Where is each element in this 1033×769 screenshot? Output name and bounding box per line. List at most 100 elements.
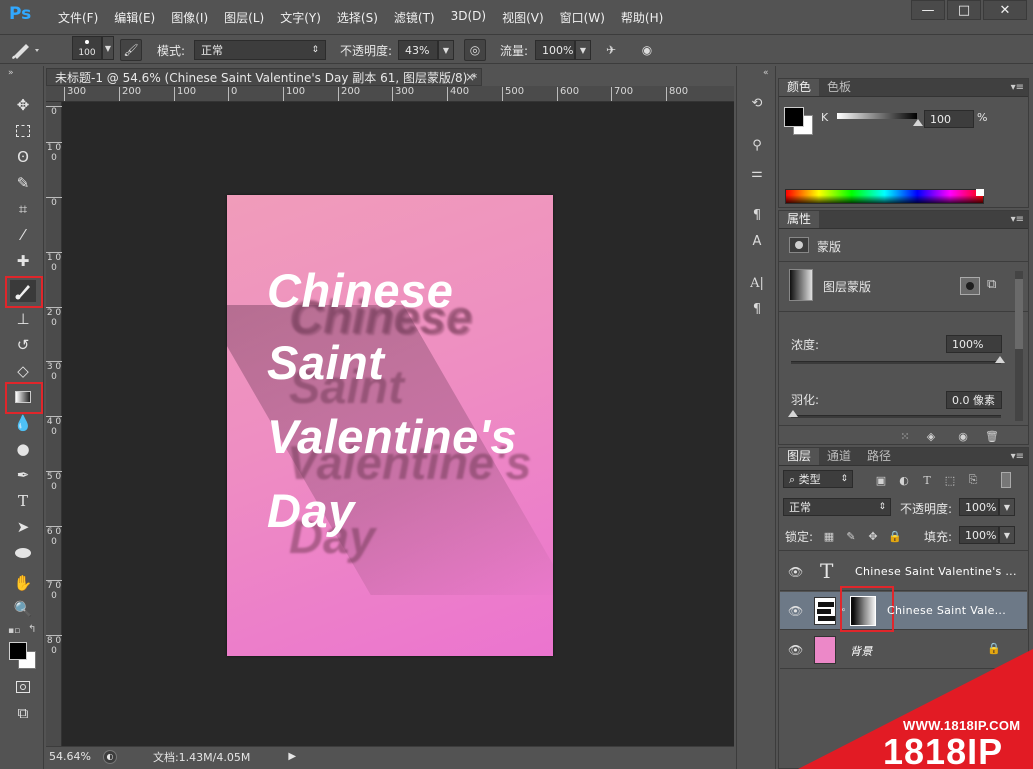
vector-mask-add-icon[interactable]: ⧉ [987,277,996,292]
brush-tool-icon[interactable] [10,280,36,302]
k-value-field[interactable]: 100 [924,110,974,128]
menu-help[interactable]: 帮助(H) [613,9,671,26]
apply-mask-icon[interactable]: ◈ [923,428,939,444]
shape-tool-icon[interactable] [10,542,36,564]
character-styles-icon[interactable]: A [745,230,769,252]
panel-menu-icon[interactable]: ▾≡ [1011,449,1024,465]
filter-type-icon[interactable]: T [919,472,935,488]
hand-tool-icon[interactable]: ✋ [10,572,36,594]
paragraph-icon[interactable]: ¶ [745,298,769,320]
density-slider-thumb[interactable] [995,356,1005,363]
menu-layer[interactable]: 图层(L) [216,9,272,26]
eraser-tool-icon[interactable]: ◇ [10,360,36,382]
opacity-field[interactable]: 43% ▼ [398,40,454,60]
density-field[interactable]: 100% [946,335,1002,353]
lasso-tool-icon[interactable]: ʘ [10,146,36,168]
layer-opacity-field[interactable]: 100% [959,498,999,516]
menu-3d[interactable]: 3D(D) [443,9,494,26]
history-brush-tool-icon[interactable]: ↺ [10,334,36,356]
k-slider-thumb[interactable] [913,119,923,126]
play-arrow-icon[interactable]: ▶ [288,751,296,762]
white-swatch[interactable] [976,189,984,196]
adjustments-icon[interactable]: ⚌ [745,162,769,184]
character-icon[interactable]: A| [745,272,769,294]
layer-row-text[interactable]: 👁 T Chinese Saint Valentine's ... [780,553,1027,591]
color-fg-swatch[interactable] [784,107,804,127]
filter-pixel-icon[interactable]: ▣ [873,472,889,488]
menu-type[interactable]: 文字(Y) [272,9,329,26]
tablet-size-toggle[interactable]: ◉ [636,40,658,60]
panel-menu-icon[interactable]: ▾≡ [1011,80,1024,96]
menu-filter[interactable]: 滤镜(T) [386,9,443,26]
minimize-button[interactable]: — [911,0,945,20]
tool-preset-picker[interactable] [8,40,42,60]
layer-mask-thumbnail[interactable] [850,596,876,626]
feather-slider-thumb[interactable] [788,410,798,417]
tab-layers[interactable]: 图层 [779,448,820,465]
default-colors-icon[interactable]: ▪▫ [8,626,20,636]
flow-field[interactable]: 100% ▼ [535,40,591,60]
brush-presets-icon[interactable]: ⚲ [745,134,769,156]
screen-mode-icon[interactable]: ⧉ [10,702,36,724]
k-slider-track[interactable] [837,113,917,119]
filter-toggle-switch[interactable] [1001,472,1011,488]
crop-tool-icon[interactable]: ⌗ [10,198,36,220]
tab-properties[interactable]: 属性 [779,211,820,228]
menu-window[interactable]: 窗口(W) [552,9,613,26]
layer-row-masked[interactable]: 👁 ∞ Chinese Saint Vale... [780,586,1027,632]
density-slider-track[interactable] [791,361,1001,364]
swap-colors-icon[interactable]: ↰ [28,624,36,635]
foreground-color-swatch[interactable] [9,642,27,660]
tab-channels[interactable]: 通道 [819,448,859,465]
menu-select[interactable]: 选择(S) [329,9,386,26]
menu-image[interactable]: 图像(I) [163,9,216,26]
restore-button[interactable]: □ [947,0,981,20]
eyedropper-tool-icon[interactable]: ⁄ [10,224,36,246]
airbrush-toggle[interactable]: ✈ [600,40,622,60]
tab-color[interactable]: 颜色 [779,79,820,96]
close-tab-icon[interactable]: × [465,70,475,84]
zoom-level[interactable]: 54.64% [49,750,91,763]
close-button[interactable]: ✕ [983,0,1027,20]
menu-edit[interactable]: 编辑(E) [106,9,163,26]
tab-paths[interactable]: 路径 [859,448,899,465]
pixel-mask-button[interactable] [960,277,980,295]
visibility-icon[interactable]: ◉ [955,428,971,444]
blur-tool-icon[interactable]: 💧 [10,412,36,434]
canvas-area[interactable]: Chinese Chinese Saint Valentine's Day Ch… [62,102,734,746]
gradient-tool-icon[interactable] [10,386,36,408]
properties-scrollbar[interactable] [1015,271,1023,421]
document-canvas[interactable]: Chinese Chinese Saint Valentine's Day Ch… [227,195,553,656]
load-selection-icon[interactable]: ⁙ [897,428,913,444]
dodge-tool-icon[interactable]: ● [10,438,36,460]
lock-transparency-icon[interactable]: ▦ [821,528,837,544]
path-select-tool-icon[interactable]: ➤ [10,516,36,538]
tablet-opacity-toggle[interactable]: ◎ [464,39,486,61]
tab-swatches[interactable]: 色板 [819,79,859,96]
expand-icon[interactable]: « [763,68,769,78]
marquee-tool-icon[interactable] [10,120,36,142]
brush-size-picker[interactable]: 100 ▼ [72,36,114,60]
chevron-down-icon[interactable]: ▼ [999,526,1015,544]
menu-view[interactable]: 视图(V) [494,9,552,26]
menu-file[interactable]: 文件(F) [50,9,106,26]
brush-panel-toggle[interactable]: 🖌 [120,39,142,61]
filter-smart-object-icon[interactable]: ⎘ [965,472,981,488]
zoom-tool-icon[interactable]: 🔍 [10,598,36,620]
document-tab[interactable]: 未标题-1 @ 54.6% (Chinese Saint Valentine's… [46,68,482,86]
paragraph-styles-icon[interactable]: ¶ [745,204,769,226]
lock-all-icon[interactable]: 🔒 [887,528,903,544]
quick-select-tool-icon[interactable]: ✎ [10,172,36,194]
eye-icon[interactable]: 👁 [788,604,803,618]
clone-stamp-tool-icon[interactable]: ⊥ [10,308,36,330]
feather-field[interactable]: 0.0 像素 [946,391,1002,409]
filter-shape-icon[interactable]: ⬚ [942,472,958,488]
eye-icon[interactable]: 👁 [788,565,803,579]
history-icon[interactable]: ⟲ [745,92,769,114]
panel-menu-icon[interactable]: ▾≡ [1011,212,1024,228]
feather-slider-track[interactable] [791,415,1001,418]
mode-select[interactable]: 正常 ⇕ [194,40,326,60]
lock-pixels-icon[interactable]: ✎ [843,528,859,544]
delete-mask-icon[interactable]: 🗑 [984,428,1000,444]
pen-tool-icon[interactable]: ✒ [10,464,36,486]
